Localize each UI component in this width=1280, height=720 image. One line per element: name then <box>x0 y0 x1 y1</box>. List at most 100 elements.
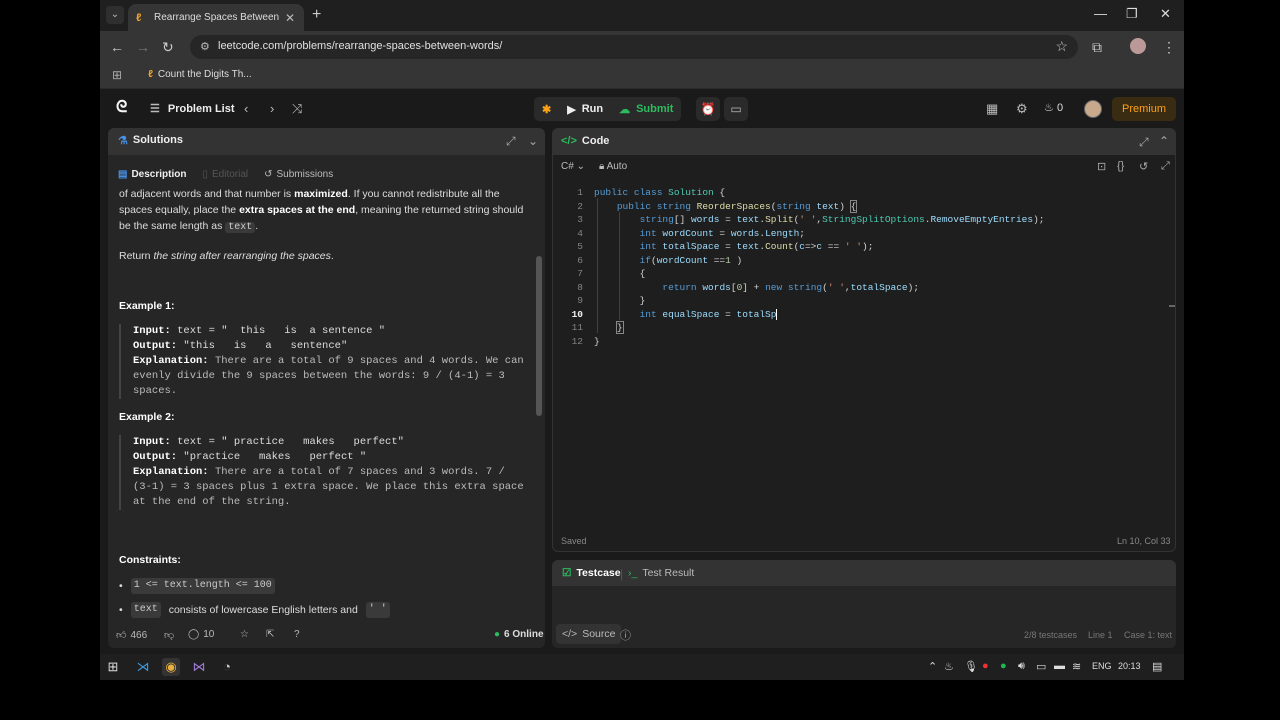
submit-button[interactable]: ☁ Submit <box>611 97 681 121</box>
back-icon[interactable]: ← <box>110 39 124 55</box>
wifi-icon[interactable]: ≋ <box>1072 660 1081 673</box>
shuffle-icon[interactable]: ⤨ <box>292 101 302 117</box>
collapse-chevron-icon[interactable]: ⌃ <box>1159 134 1169 148</box>
tab-description[interactable]: ▤ Description <box>118 164 186 184</box>
code-line-5: int totalSpace = text.Count(c=>c == ' ')… <box>639 241 874 252</box>
mode-label: Auto <box>606 161 628 172</box>
notifications-icon[interactable]: ▤ <box>1152 660 1162 673</box>
code-editor[interactable]: 1 2 3 4 5 6 7 8 9 10 11 12 public class … <box>553 185 1175 525</box>
bookmark-icon[interactable]: ⊡ <box>1097 160 1106 173</box>
paragraph-distribution: of adjacent words and that number is max… <box>119 186 529 236</box>
help-icon[interactable]: ? <box>294 629 300 640</box>
language-label: C# <box>561 161 574 172</box>
windows-start-icon[interactable]: ⊞ <box>104 658 122 676</box>
apps-grid-icon[interactable]: ⊞ <box>112 68 122 82</box>
profile-avatar[interactable] <box>1130 38 1146 54</box>
output-label: Output: <box>133 340 178 352</box>
settings-gear-icon[interactable]: ⚙ <box>1016 101 1028 117</box>
like-button[interactable]: 👍︎ 466 <box>116 629 147 642</box>
code-panel: </> Code ⤢ ⌃ C# ⌄ 🔒︎ Auto ⊡ {} ↺ ⤢ 1 2 3… <box>552 128 1176 552</box>
solutions-header: ⚗ Solutions ⤢ ⌄ <box>108 128 545 155</box>
tab-submissions[interactable]: ↺ Submissions <box>264 164 333 184</box>
microphone-icon[interactable]: 🎙︎ <box>964 660 978 673</box>
run-button[interactable]: ▶ Run <box>559 97 611 121</box>
tab-title: Rearrange Spaces Between Wo <box>154 12 279 23</box>
new-tab-icon[interactable]: + <box>312 6 321 24</box>
list-icon: ☰ <box>150 103 160 115</box>
recording-icon[interactable]: ● <box>982 660 989 672</box>
address-bar[interactable]: ⚙ leetcode.com/problems/rearrange-spaces… <box>190 35 1078 59</box>
comments-button[interactable]: ◯ 10 <box>188 629 214 640</box>
tray-expand-icon[interactable]: ⌃ <box>928 660 937 673</box>
battery-icon[interactable]: ▬ <box>1054 660 1065 672</box>
info-icon[interactable]: ⓘ <box>620 627 631 643</box>
leetcode-favicon-icon: ℓ <box>136 11 142 24</box>
solutions-tab[interactable]: ⚗ Solutions <box>118 134 183 147</box>
premium-button[interactable]: Premium <box>1112 97 1176 121</box>
description-scrollbar[interactable] <box>536 256 542 416</box>
expand-icon[interactable]: ⤢ <box>1139 135 1149 150</box>
streak-counter[interactable]: ♨ 0 <box>1044 101 1063 114</box>
expand-icon[interactable]: ⤢ <box>506 134 516 149</box>
format-braces-icon[interactable]: {} <box>1117 160 1124 172</box>
tab-test-result[interactable]: ›_ Test Result <box>628 567 694 579</box>
language-select[interactable]: C# ⌄ <box>561 161 585 172</box>
tab-search-button[interactable]: ⌄ <box>106 6 124 24</box>
site-info-icon[interactable]: ⚙ <box>200 40 210 53</box>
line-number: 8 <box>577 281 583 293</box>
user-avatar[interactable] <box>1084 100 1102 118</box>
fullscreen-icon[interactable]: ⤢ <box>1161 160 1170 173</box>
bookmark-star-icon[interactable]: ☆ <box>1055 38 1068 55</box>
code-line-7: { <box>594 268 646 279</box>
tab-testcase[interactable]: ☑ Testcase <box>562 567 621 579</box>
input-language[interactable]: ENG <box>1092 661 1112 671</box>
problem-list-nav[interactable]: ☰ Problem List <box>150 102 235 116</box>
leetcode-logo-icon[interactable]: ᘓ <box>116 99 132 117</box>
extensions-icon[interactable]: ⧉ <box>1092 39 1102 56</box>
browser-menu-icon[interactable]: ⋮ <box>1162 39 1176 56</box>
restore-icon[interactable]: ❐ <box>1126 6 1138 22</box>
bug-icon: ✱ <box>542 103 552 116</box>
tab-editorial[interactable]: ▯ Editorial <box>202 164 248 184</box>
prev-problem-icon[interactable]: ‹ <box>244 101 248 116</box>
forward-icon[interactable]: → <box>136 39 150 55</box>
network-icon[interactable]: ▭ <box>1036 660 1046 673</box>
app-icon[interactable]: ◔ <box>218 658 236 676</box>
favorite-star-icon[interactable]: ☆ <box>240 629 249 640</box>
clock[interactable]: 20:13 <box>1118 661 1141 671</box>
solutions-title: Solutions <box>132 134 183 146</box>
visual-studio-icon[interactable]: ⋈ <box>190 658 208 676</box>
code-line-4: int wordCount = words.Length; <box>639 227 805 239</box>
browser-tab[interactable]: ℓ Rearrange Spaces Between Wo ✕ <box>128 4 304 31</box>
reset-icon[interactable]: ↺ <box>1139 160 1148 173</box>
constraint-item: 1 <= text.length <= 100 <box>119 578 529 594</box>
problem-list-label: Problem List <box>167 102 235 115</box>
dislike-button[interactable]: 👎︎ <box>164 629 174 641</box>
notes-button[interactable]: ▭ <box>724 97 748 121</box>
speaker-icon[interactable]: 🔊︎ <box>1018 660 1025 673</box>
source-button[interactable]: </> Source <box>556 624 622 644</box>
close-tab-icon[interactable]: ✕ <box>285 11 295 25</box>
reload-icon[interactable]: ↻ <box>162 39 174 56</box>
case-indicator: Case 1: text <box>1124 630 1173 640</box>
spotify-icon[interactable]: ● <box>1000 660 1007 672</box>
next-problem-icon[interactable]: › <box>270 101 274 116</box>
auto-mode[interactable]: 🔒︎ Auto <box>599 161 627 172</box>
input-label: Input: <box>133 436 171 448</box>
timer-button[interactable]: ⏰ <box>696 97 720 121</box>
vscode-icon[interactable]: ⋊ <box>134 658 152 676</box>
test-result-label: Test Result <box>642 567 695 579</box>
steam-icon[interactable]: ♨ <box>944 660 954 673</box>
chrome-icon[interactable]: ◉ <box>162 658 180 676</box>
window-close-icon[interactable]: ✕ <box>1160 6 1171 22</box>
code-tab[interactable]: </> Code <box>561 135 609 147</box>
collapse-chevron-icon[interactable]: ⌄ <box>528 134 538 148</box>
layout-icon[interactable]: ▦ <box>986 101 998 117</box>
share-icon[interactable]: ⇱ <box>266 629 274 640</box>
minimize-icon[interactable]: — <box>1094 6 1107 21</box>
bookmark-item[interactable]: ℓ Count the Digits Th... <box>148 69 252 80</box>
debug-button[interactable]: ✱ <box>534 97 559 121</box>
thumbs-down-icon: 👎︎ <box>164 630 175 641</box>
explanation-label: Explanation: <box>133 466 209 478</box>
windows-taskbar: ⊞ ⋊ ◉ ⋈ ◔ ⌃ ♨ 🎙︎ ● ● 🔊︎ ▭ ▬ ≋ ENG 20:13 … <box>100 654 1184 680</box>
